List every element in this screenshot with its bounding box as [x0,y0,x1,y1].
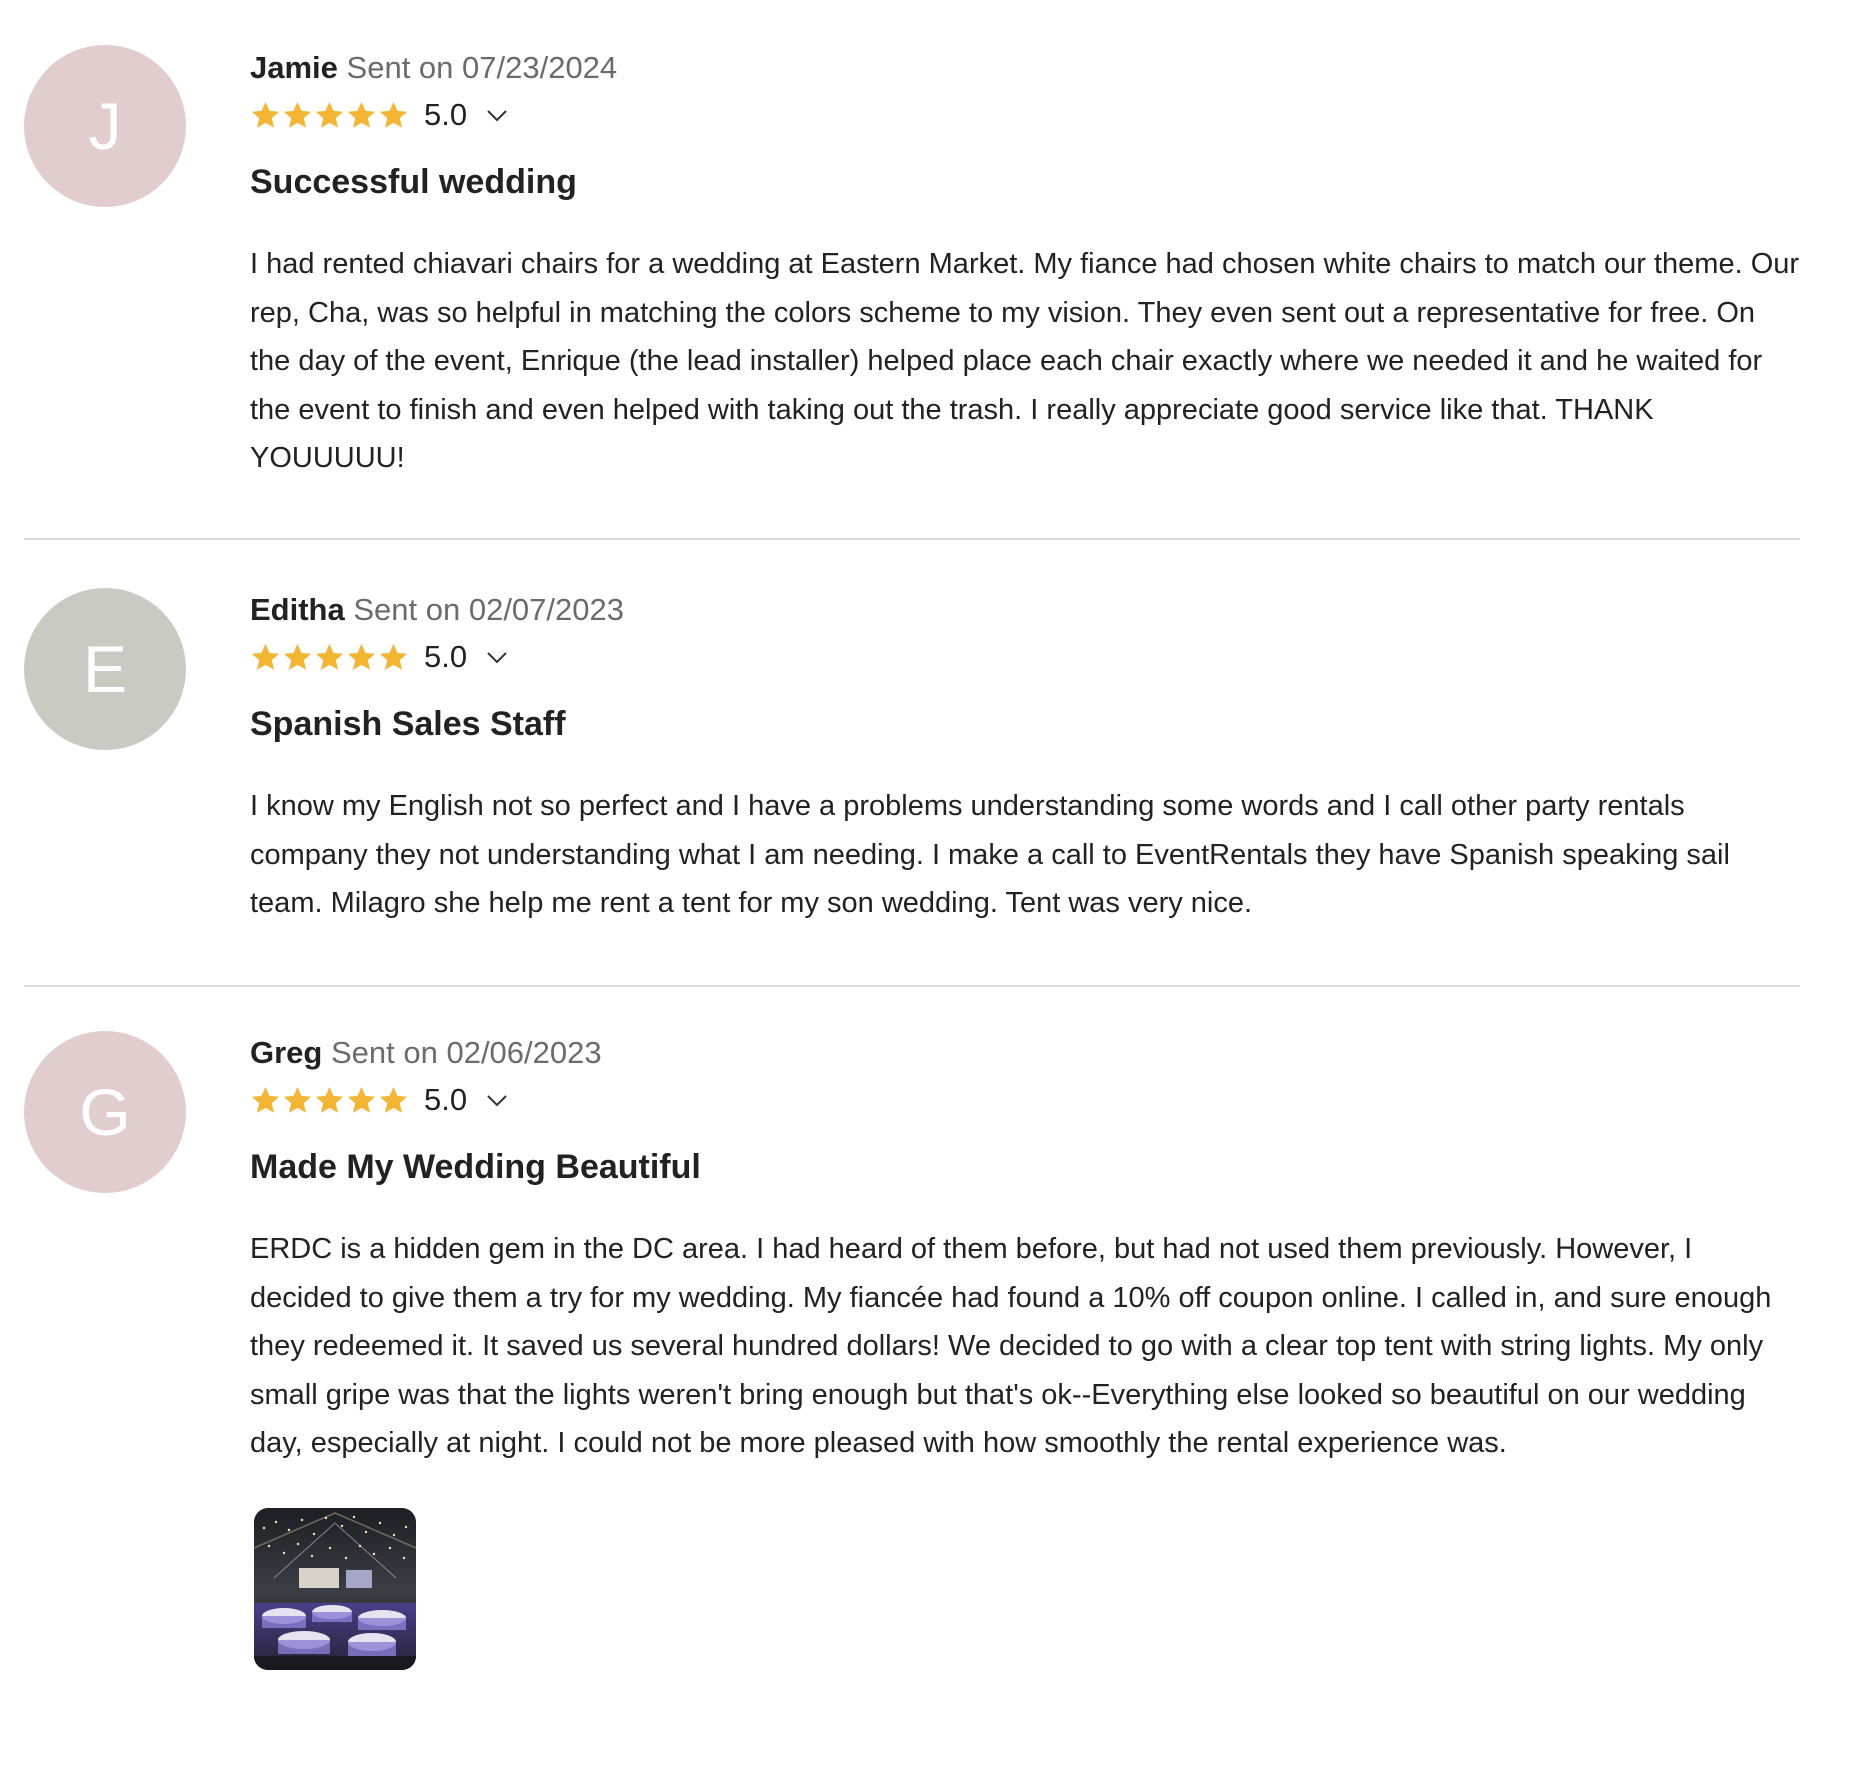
reviewer-name: Editha [250,592,345,627]
star-icon [251,643,280,670]
review-photo-thumbnail[interactable] [254,1507,416,1670]
review-item: E Editha Sent on 02/07/2023 5.0 Spanish … [24,540,1800,987]
star-rating [250,1085,410,1116]
review-body: I had rented chiavari chairs for a weddi… [250,248,1800,474]
review-byline: Editha Sent on 02/07/2023 [250,590,1810,630]
rating-row: 5.0 [250,96,1810,134]
avatar: J [24,45,186,207]
review-body: I know my English not so perfect and I h… [250,790,1730,919]
review-date: Sent on 02/06/2023 [330,1035,602,1070]
star-icon [315,1086,344,1113]
avatar-initial: G [79,1075,131,1149]
rating-value: 5.0 [424,1082,468,1117]
avatar: E [24,588,186,750]
review-byline: Greg Sent on 02/06/2023 [250,1033,1810,1073]
star-icon [251,1086,280,1113]
review-body: ERDC is a hidden gem in the DC area. I h… [250,1233,1772,1459]
review-list: J Jamie Sent on 07/23/2024 5.0 Successfu… [24,0,1800,1767]
review-date: Sent on 02/07/2023 [353,592,624,627]
review-date: Sent on 07/23/2024 [346,50,618,85]
rating-row: 5.0 [250,638,1810,676]
avatar-initial: J [88,89,122,163]
wedding-tent-photo [254,1507,416,1670]
star-icon [283,101,312,128]
review-title: Made My Wedding Beautiful [250,1148,701,1186]
star-rating [250,100,410,131]
star-icon [251,101,280,128]
star-icon [315,643,344,670]
review-content: Greg Sent on 02/06/2023 5.0 Made My Wedd… [250,1033,1810,1670]
star-icon [315,101,344,128]
star-icon [347,101,376,128]
review-content: Jamie Sent on 07/23/2024 5.0 Successful … [250,48,1810,483]
review-byline: Jamie Sent on 07/23/2024 [250,48,1810,88]
chevron-down-icon[interactable] [485,1088,509,1112]
review-item: G Greg Sent on 02/06/2023 5.0 Made My We… [24,987,1800,1767]
star-icon [379,1086,408,1113]
avatar: G [24,1031,186,1193]
rating-value: 5.0 [424,97,468,132]
chevron-down-icon[interactable] [485,645,509,669]
review-content: Editha Sent on 02/07/2023 5.0 Spanish Sa… [250,590,1810,928]
star-rating [250,642,410,673]
review-title: Spanish Sales Staff [250,705,566,743]
review-item: J Jamie Sent on 07/23/2024 5.0 Successfu… [24,0,1800,540]
reviewer-name: Greg [250,1035,323,1070]
review-title: Successful wedding [250,163,577,201]
star-icon [379,643,408,670]
rating-value: 5.0 [424,639,468,674]
rating-row: 5.0 [250,1081,1810,1119]
avatar-initial: E [82,632,128,706]
star-icon [379,101,408,128]
star-icon [283,1086,312,1113]
star-icon [347,1086,376,1113]
chevron-down-icon[interactable] [485,103,509,127]
star-icon [347,643,376,670]
star-icon [283,643,312,670]
reviewer-name: Jamie [250,50,338,85]
